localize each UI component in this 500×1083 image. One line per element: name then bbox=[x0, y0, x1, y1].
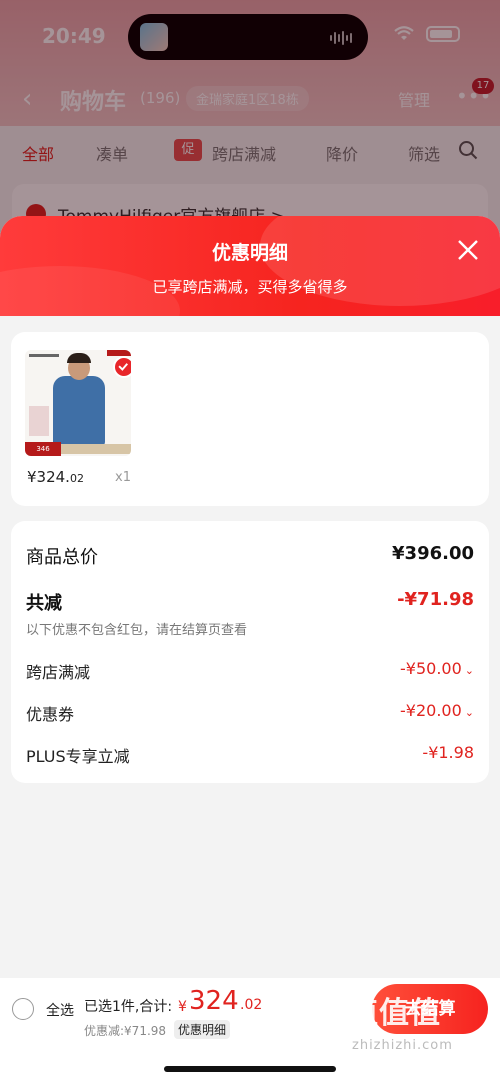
product-image[interactable]: 346 bbox=[25, 350, 131, 456]
discount-item-label: PLUS专享立减 bbox=[26, 747, 130, 766]
total-currency: ¥ bbox=[178, 999, 187, 1015]
product-quantity: x1 bbox=[115, 470, 131, 485]
discount-row: 共减 -¥71.98 bbox=[26, 589, 474, 619]
thumb-strip bbox=[61, 444, 131, 454]
sheet-header: 优惠明细 已享跨店满减，买得多省得多 bbox=[0, 216, 500, 356]
discount-detail-sheet: 优惠明细 已享跨店满减，买得多省得多 346 ¥324.02 x1 商品总价 ¥… bbox=[0, 216, 500, 1083]
discount-note: 以下优惠不包含红包，请在结算页查看 bbox=[26, 623, 248, 638]
discount-item-row: PLUS专享立减 -¥1.98 bbox=[26, 743, 474, 773]
watermark-url: zhizhizhi.com bbox=[352, 1038, 453, 1053]
selected-summary: 已选1件,合计: bbox=[84, 999, 173, 1015]
thumb-hair bbox=[67, 353, 91, 363]
checkout-bar: 全选 已选1件,合计: ¥ 324 .02 优惠减:¥71.98 优惠明细 去结… bbox=[0, 978, 500, 1083]
thumb-shirt bbox=[53, 376, 105, 446]
discount-item-row[interactable]: 优惠券 -¥20.00 ⌄ bbox=[26, 701, 474, 731]
sheet-title: 优惠明细 bbox=[211, 242, 288, 264]
thumb-price-tag: 346 bbox=[25, 442, 61, 456]
sheet-subtitle: 已享跨店满减，买得多省得多 bbox=[152, 278, 348, 296]
product-price: ¥324.02 bbox=[27, 468, 84, 486]
selected-check-icon[interactable] bbox=[113, 356, 131, 378]
discount-value: -¥71.98 bbox=[397, 589, 474, 610]
total-value: ¥396.00 bbox=[392, 543, 474, 564]
discount-detail-link[interactable]: 优惠明细 bbox=[174, 1020, 231, 1039]
site-watermark: 值值值 bbox=[348, 996, 441, 1031]
price-summary-card: 商品总价 ¥396.00 共减 -¥71.98 以下优惠不包含红包，请在结算页查… bbox=[11, 521, 489, 783]
total-row: 商品总价 ¥396.00 bbox=[26, 543, 474, 573]
discount-item-value: -¥50.00 ⌄ bbox=[400, 659, 474, 678]
home-indicator[interactable] bbox=[164, 1066, 336, 1072]
total-label: 商品总价 bbox=[26, 547, 98, 568]
discount-item-label: 跨店满减 bbox=[26, 663, 91, 682]
product-card: 346 ¥324.02 x1 bbox=[11, 332, 489, 506]
close-icon[interactable] bbox=[456, 238, 480, 262]
discount-label: 共减 bbox=[26, 593, 62, 614]
discount-item-value: -¥20.00 ⌄ bbox=[400, 701, 474, 720]
total-amount: 324 bbox=[189, 986, 239, 1016]
thumb-graphic bbox=[29, 406, 49, 436]
discount-item-value: -¥1.98 bbox=[422, 743, 474, 762]
discount-item-row[interactable]: 跨店满减 -¥50.00 ⌄ bbox=[26, 659, 474, 689]
discount-item-label: 优惠券 bbox=[26, 705, 75, 724]
select-all-label[interactable]: 全选 bbox=[46, 1000, 74, 1020]
chevron-down-icon: ⌄ bbox=[464, 706, 474, 719]
thumb-corner-tag bbox=[107, 350, 131, 356]
select-all-checkbox[interactable] bbox=[12, 998, 34, 1020]
chevron-down-icon: ⌄ bbox=[464, 664, 474, 677]
total-decimal: .02 bbox=[240, 997, 263, 1013]
discount-summary: 优惠减:¥71.98 bbox=[84, 1024, 167, 1038]
thumb-brand-mark bbox=[29, 354, 59, 357]
